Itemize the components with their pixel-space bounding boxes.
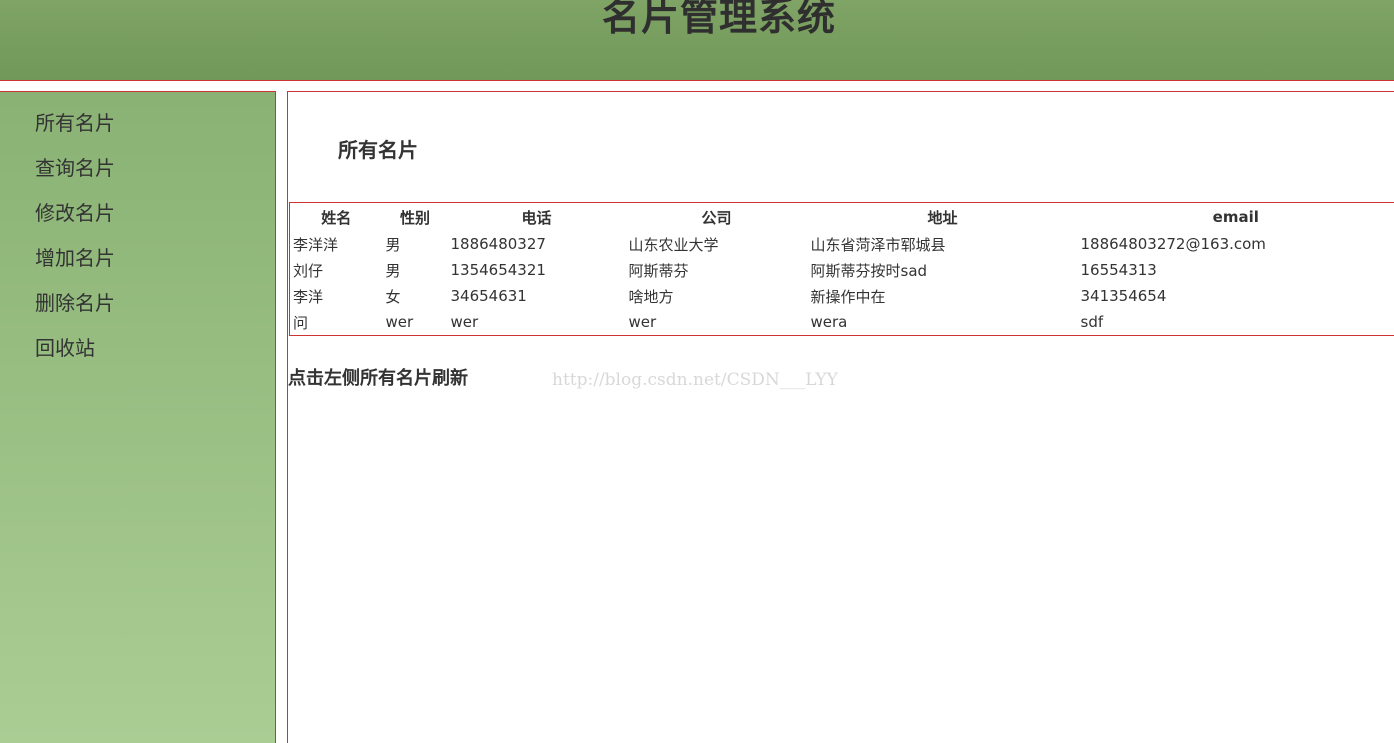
sidebar-item-recycle-bin[interactable]: 回收站 [35,333,275,378]
refresh-hint: 点击左侧所有名片刷新 [288,368,468,389]
header-bar: 名片管理系统 [0,0,1394,81]
cell-gender: 男 [385,261,401,280]
table-row: 李洋洋 男 1886480327 山东农业大学 山东省菏泽市郓城县 188648… [290,231,1394,257]
cell-phone: wer [450,313,479,331]
column-header-phone: 电话 [521,208,552,227]
cell-gender: wer [385,313,414,331]
cell-company: 山东农业大学 [628,235,719,254]
cell-gender: 女 [385,287,401,306]
watermark-text: http://blog.csdn.net/CSDN___LYY [552,370,838,390]
cell-name: 刘仔 [293,261,324,280]
cell-company: wer [628,313,657,331]
cell-address: wera [810,313,848,331]
cell-email: 18864803272@163.com [1080,235,1266,253]
cell-address: 阿斯蒂芬按时sad [810,261,928,280]
app-title: 名片管理系统 [601,0,836,39]
column-header-email: email [1212,208,1259,226]
cell-phone: 34654631 [450,287,527,305]
column-header-address: 地址 [927,208,958,227]
cell-phone: 1886480327 [450,235,546,253]
cell-email: 16554313 [1080,261,1157,279]
column-header-company: 公司 [701,208,732,227]
cell-phone: 1354654321 [450,261,546,279]
sidebar: 所有名片 查询名片 修改名片 增加名片 删除名片 回收站 [0,91,276,743]
table-row: 刘仔 男 1354654321 阿斯蒂芬 阿斯蒂芬按时sad 16554313 [290,257,1394,283]
page-title: 所有名片 [338,138,418,162]
cell-name: 问 [293,313,309,332]
table-row: 李洋 女 34654631 啥地方 新操作中在 341354654 [290,283,1394,309]
cell-email: sdf [1080,313,1104,331]
cell-address: 山东省菏泽市郓城县 [810,235,946,254]
cell-company: 啥地方 [628,287,674,306]
main-panel: 所有名片 姓名 性别 电话 公司 地址 email 李洋洋 男 18864803… [287,91,1394,743]
table-row: 问 wer wer wer wera sdf [290,309,1394,336]
cell-name: 李洋洋 [293,235,339,254]
cell-gender: 男 [385,235,401,254]
sidebar-item-add-cards[interactable]: 增加名片 [35,243,275,288]
cell-name: 李洋 [293,287,324,306]
sidebar-item-delete-cards[interactable]: 删除名片 [35,288,275,333]
column-header-name: 姓名 [321,208,352,227]
sidebar-item-query-cards[interactable]: 查询名片 [35,153,275,198]
sidebar-item-edit-cards[interactable]: 修改名片 [35,198,275,243]
column-header-gender: 性别 [399,208,430,227]
cell-email: 341354654 [1080,287,1167,305]
sidebar-menu: 所有名片 查询名片 修改名片 增加名片 删除名片 回收站 [0,92,275,378]
table-header-row: 姓名 性别 电话 公司 地址 email [290,203,1394,232]
cards-table: 姓名 性别 电话 公司 地址 email 李洋洋 男 1886480327 山东… [289,202,1394,336]
sidebar-item-all-cards[interactable]: 所有名片 [35,108,275,153]
cell-address: 新操作中在 [810,287,886,306]
cell-company: 阿斯蒂芬 [628,261,689,280]
